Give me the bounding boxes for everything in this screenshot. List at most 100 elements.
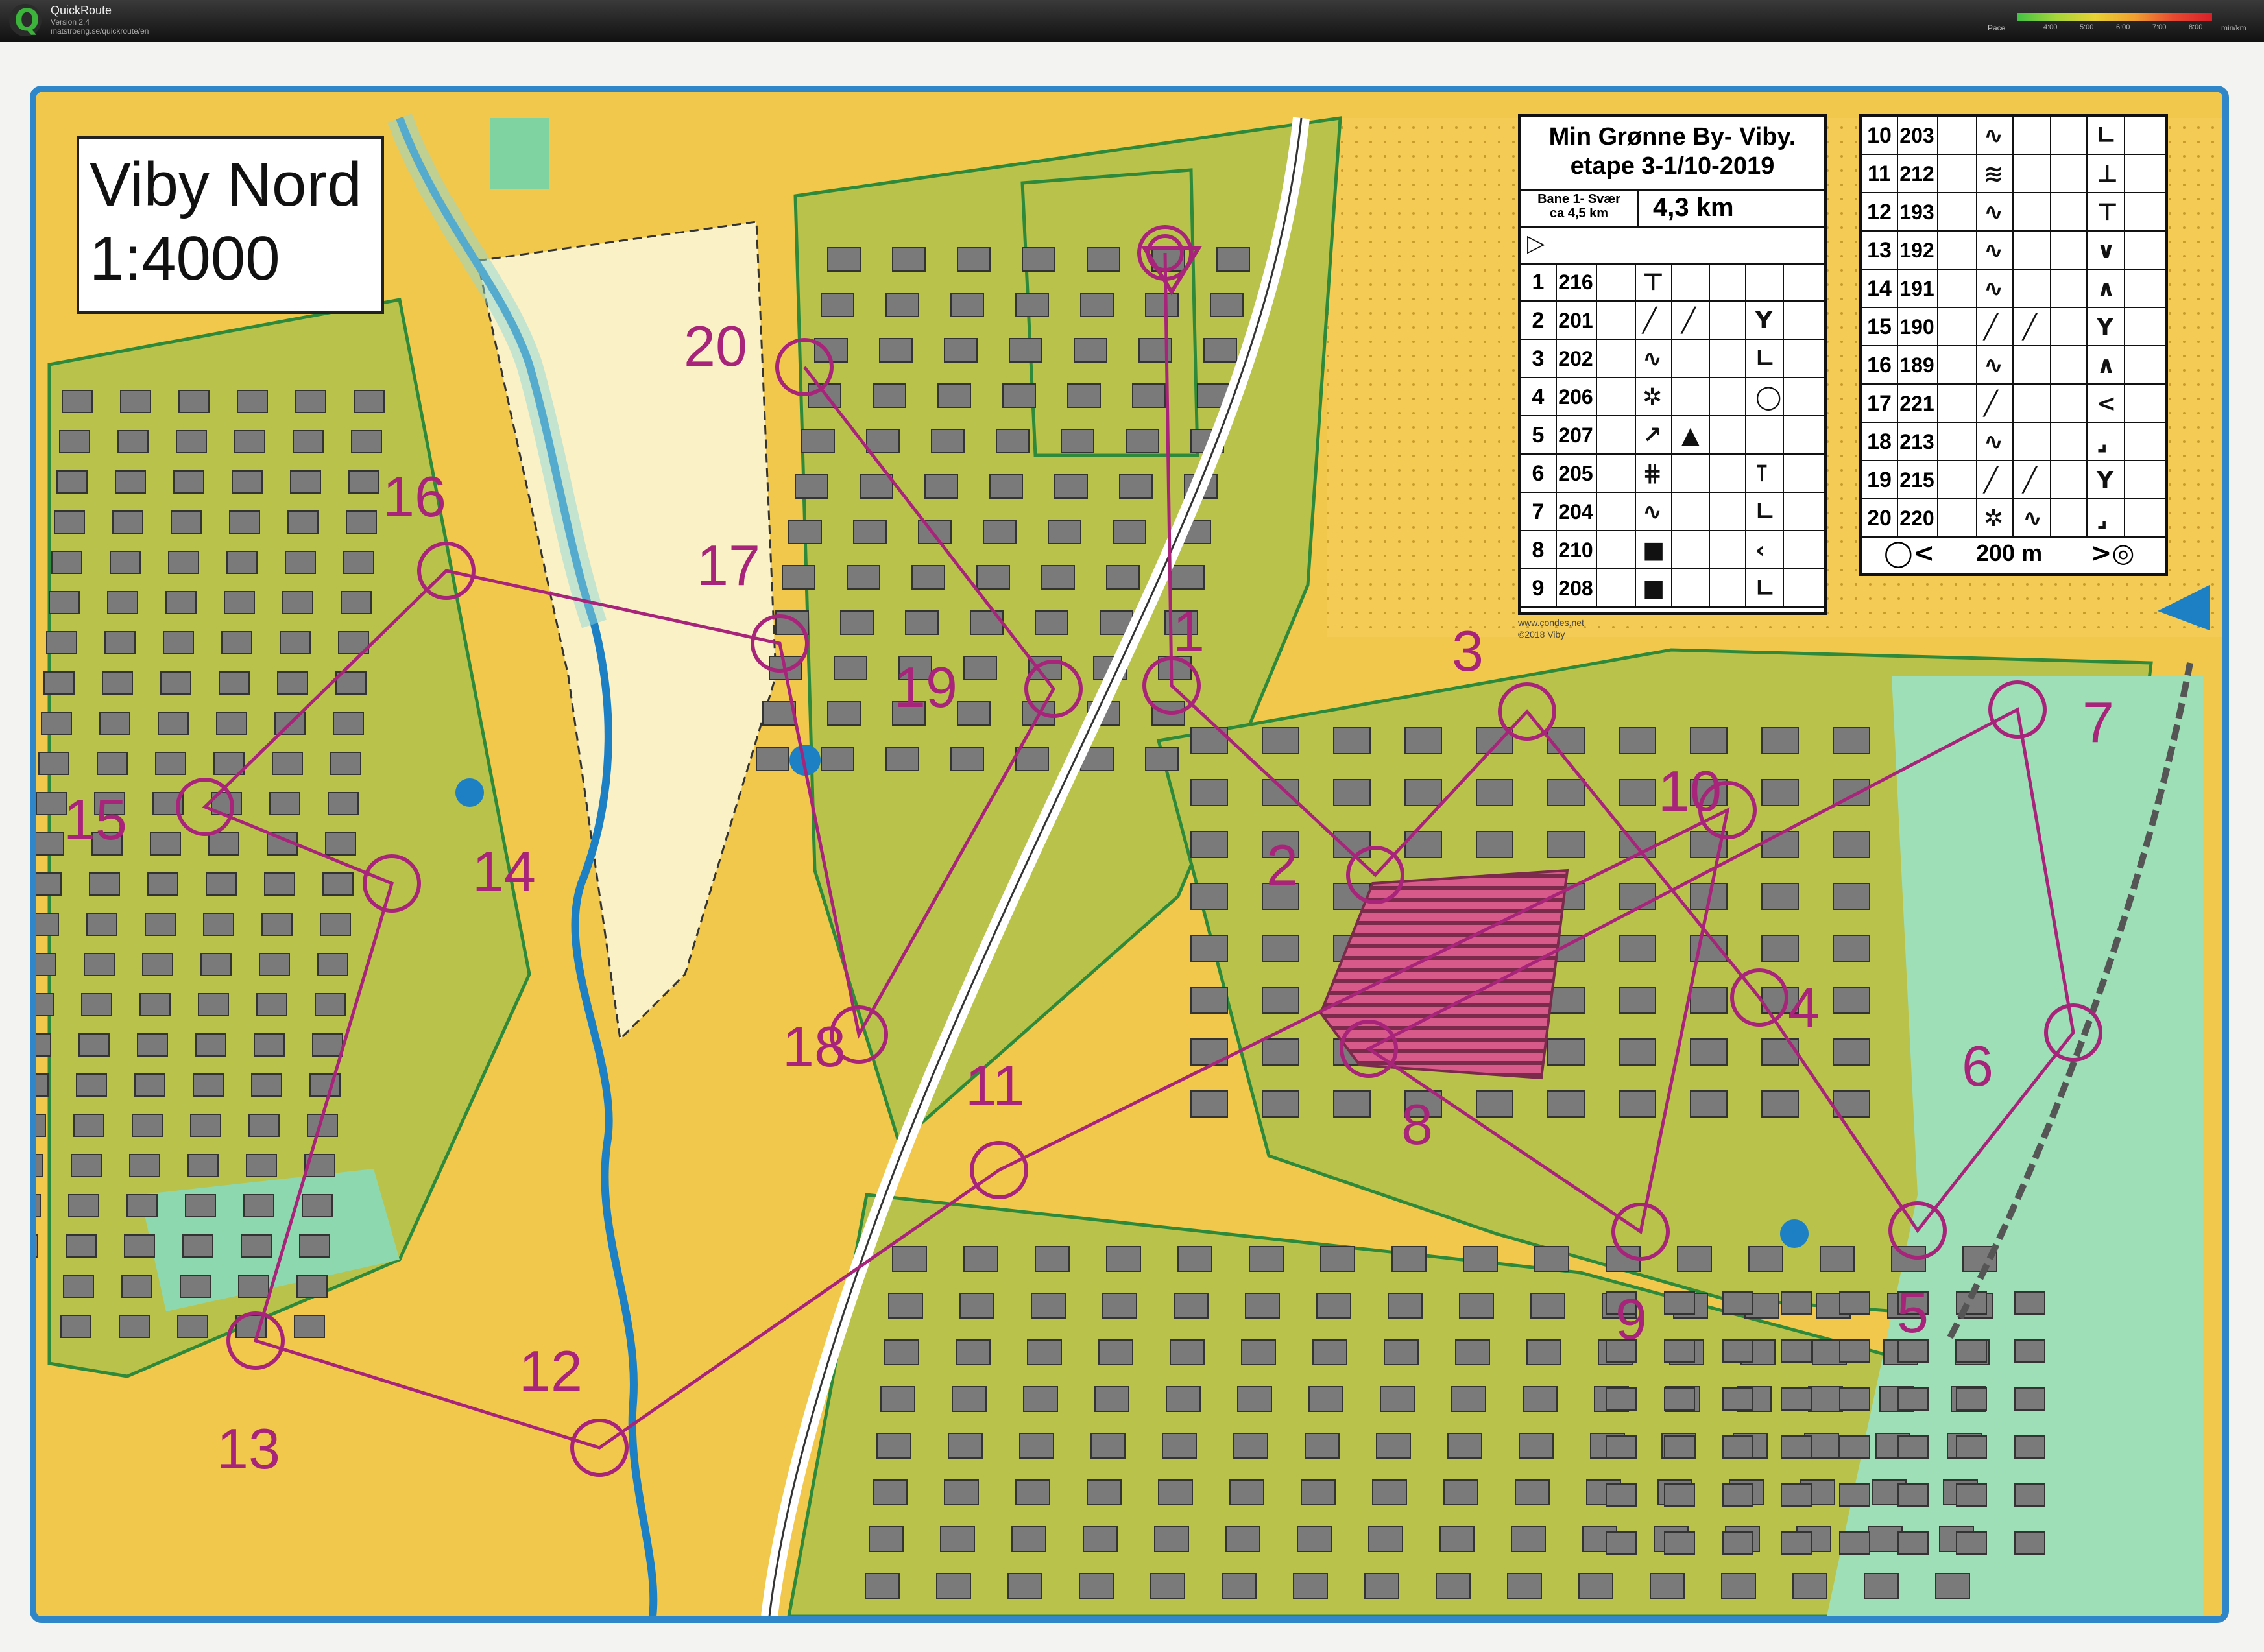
app-title-bar: Q QuickRoute Version 2.4 matstroeng.se/q…: [0, 0, 2264, 42]
building: [1677, 1246, 1712, 1272]
building: [1833, 935, 1870, 962]
building: [312, 1033, 343, 1057]
building: [892, 247, 926, 272]
building: [1722, 1483, 1753, 1507]
building: [1035, 610, 1068, 635]
building: [1606, 1435, 1637, 1459]
location-symbol-icon: ⌟: [2097, 429, 2108, 455]
grid-line: [1976, 308, 1977, 345]
grid-line: [1937, 155, 1938, 192]
building: [1507, 1573, 1542, 1599]
quickroute-logo-icon: Q: [9, 3, 42, 38]
building: [1897, 1387, 1929, 1411]
building: [1833, 831, 1870, 858]
grid-line: [1783, 340, 1784, 377]
building: [285, 551, 316, 574]
grid-line: [1783, 378, 1784, 415]
building: [1262, 935, 1299, 962]
building: [119, 1315, 150, 1338]
building: [1297, 1526, 1332, 1552]
building: [84, 953, 115, 976]
building: [1190, 831, 1228, 858]
grid-line: [1709, 302, 1710, 339]
grid-line: [1709, 263, 1710, 300]
control-row: 10 203 ∿ ∟: [1862, 117, 2165, 155]
grid-line: [1556, 531, 1557, 568]
building: [940, 1526, 975, 1552]
building: [970, 610, 1004, 635]
building: [1578, 1573, 1613, 1599]
building: [1190, 1090, 1228, 1118]
building: [1245, 1293, 1280, 1319]
building: [1664, 1435, 1695, 1459]
control-number: 11: [1868, 162, 1891, 186]
building: [1079, 1573, 1114, 1599]
building: [1868, 1526, 1903, 1552]
feature-symbol-icon: ∿: [1643, 346, 1663, 372]
building: [1035, 1246, 1070, 1272]
grid-line: [2012, 270, 2014, 307]
control-code: 213: [1899, 430, 1934, 453]
building: [1722, 1531, 1753, 1555]
pace-tick: 5:00: [2080, 23, 2094, 31]
building: [952, 1386, 987, 1412]
building: [1372, 1479, 1407, 1505]
building: [261, 913, 293, 936]
building: [1233, 1433, 1268, 1459]
feature-symbol-icon: ⋕: [1643, 461, 1663, 487]
building: [208, 832, 239, 856]
grid-line: [2124, 117, 2125, 154]
grid-line: [1671, 455, 1672, 492]
building: [1177, 1246, 1212, 1272]
building: [782, 565, 815, 590]
building: [328, 792, 359, 815]
building: [892, 1246, 927, 1272]
control-number: 4: [1532, 385, 1545, 409]
building: [1011, 1526, 1046, 1552]
grid-line: [1783, 531, 1784, 568]
grid-line: [1596, 455, 1597, 492]
building: [219, 671, 250, 695]
feature-symbol-icon: ■: [1643, 575, 1665, 602]
building: [1721, 1573, 1756, 1599]
building: [1833, 883, 1870, 910]
feature-detail-symbol-icon: ∿: [2023, 505, 2043, 532]
feature-symbol-icon: ∿: [1984, 429, 2004, 455]
grid-line: [1897, 308, 1898, 345]
control-number: 8: [1532, 538, 1545, 562]
pace-legend-label: Pace: [1988, 23, 2006, 32]
grid-line: [1976, 423, 1977, 460]
building: [36, 1234, 38, 1258]
building: [1833, 987, 1870, 1014]
grid-line: [2124, 308, 2125, 345]
control-code: 215: [1899, 468, 1934, 492]
building: [1526, 1339, 1561, 1365]
building: [49, 591, 80, 614]
pace-unit: min/km: [2221, 23, 2246, 32]
building: [1761, 935, 1799, 962]
control-number: 3: [1532, 346, 1545, 371]
grid-line: [1897, 193, 1898, 230]
control-label-6: 6: [1962, 1034, 1993, 1098]
building: [41, 712, 72, 735]
control-row: 7 204 ∿ ∟: [1521, 493, 1824, 531]
feature-detail-symbol-icon: ╱: [2023, 467, 2037, 494]
grid-line: [1976, 461, 1977, 498]
app-url[interactable]: matstroeng.se/quickroute/en: [51, 27, 149, 36]
building: [1722, 1387, 1753, 1411]
building: [277, 671, 308, 695]
grid-line: [2050, 308, 2051, 345]
building: [1241, 1339, 1276, 1365]
control-row: 1 216 ⊤: [1521, 263, 1824, 302]
building: [330, 752, 361, 775]
location-symbol-icon: ∟: [2097, 123, 2117, 149]
building: [1619, 987, 1656, 1014]
event-stage: etape 3-1/10-2019: [1570, 152, 1775, 180]
building: [248, 1114, 280, 1137]
grid-line: [1976, 385, 1977, 422]
control-number: 19: [1867, 468, 1892, 492]
control-label-19: 19: [894, 655, 957, 719]
grid-line: [2086, 346, 2088, 383]
building: [1511, 1526, 1546, 1552]
grid-line: [1976, 155, 1977, 192]
